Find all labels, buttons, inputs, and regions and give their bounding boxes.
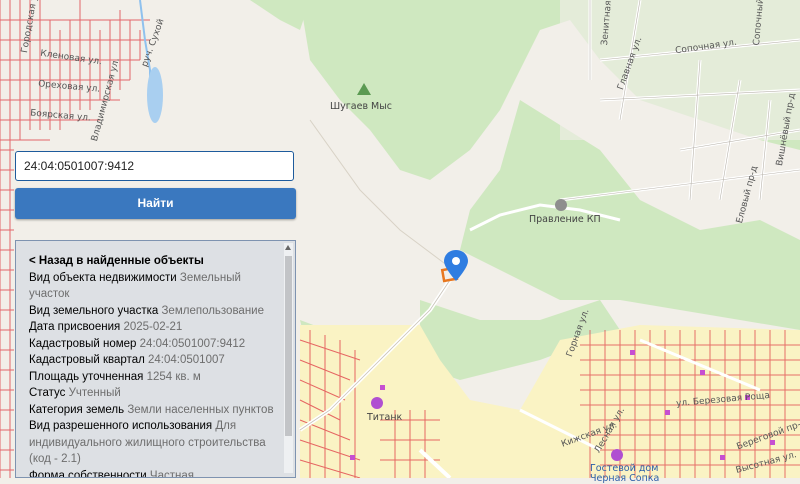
titan-poi-label: Титанк: [367, 412, 403, 423]
scrollbar-thumb[interactable]: [285, 256, 292, 436]
info-row: Статус Учтенный: [29, 385, 277, 402]
info-row: Категория земель Земли населенных пункто…: [29, 402, 277, 419]
guest-house-poi-icon: [611, 449, 623, 461]
info-row: Вид объекта недвижимости Земельный участ…: [29, 270, 277, 303]
search-input[interactable]: 24:04:0501007:9412: [15, 151, 294, 181]
find-button[interactable]: Найти: [15, 188, 296, 219]
info-value: 2025-02-21: [123, 321, 183, 333]
info-label: Вид разрешенного использования: [29, 420, 213, 432]
info-label: Вид объекта недвижимости: [29, 271, 177, 284]
info-value: Землепользование: [161, 304, 264, 317]
info-label: Статус: [29, 387, 66, 399]
admin-poi-label: Правление КП: [529, 214, 601, 225]
info-value: Учтенный: [68, 387, 121, 399]
titan-poi-icon: [371, 397, 383, 409]
info-label: Кадастровый квартал: [29, 354, 145, 366]
info-label: Дата присвоения: [29, 321, 121, 333]
info-label: Вид земельного участка: [29, 304, 159, 317]
info-row: Площадь уточненная 1254 кв. м: [29, 369, 277, 386]
guest-house-label-2: Черная Сопка: [590, 473, 660, 484]
info-label: Форма собственности: [29, 469, 147, 478]
back-to-results-link[interactable]: < Назад в найденные объекты: [29, 253, 277, 270]
info-value: Частная: [149, 469, 194, 478]
info-label: Кадастровый номер: [29, 337, 137, 350]
panel-scrollbar[interactable]: [284, 243, 293, 473]
admin-poi-icon: [555, 199, 567, 211]
scroll-up-arrow-icon[interactable]: [285, 245, 291, 250]
info-row: Дата присвоения 2025-02-21: [29, 319, 277, 336]
info-value: Земли населенных пунктов: [127, 403, 274, 416]
info-value: 24:04:0501007: [148, 354, 225, 366]
info-value: 1254 кв. м: [146, 370, 201, 383]
info-row: Вид земельного участка Землепользование: [29, 303, 277, 320]
info-row: Кадастровый номер 24:04:0501007:9412: [29, 336, 277, 353]
info-row: Кадастровый квартал 24:04:0501007: [29, 352, 277, 369]
info-label: Площадь уточненная: [29, 370, 144, 383]
object-info-panel: < Назад в найденные объекты Вид объекта …: [15, 240, 296, 478]
info-row: Форма собственности Частная: [29, 468, 277, 478]
info-label: Категория земель: [29, 403, 125, 416]
peak-label: Шугаев Мыс: [330, 101, 392, 112]
info-row: Вид разрешенного использования Для индив…: [29, 418, 277, 468]
info-value: 24:04:0501007:9412: [139, 337, 246, 350]
